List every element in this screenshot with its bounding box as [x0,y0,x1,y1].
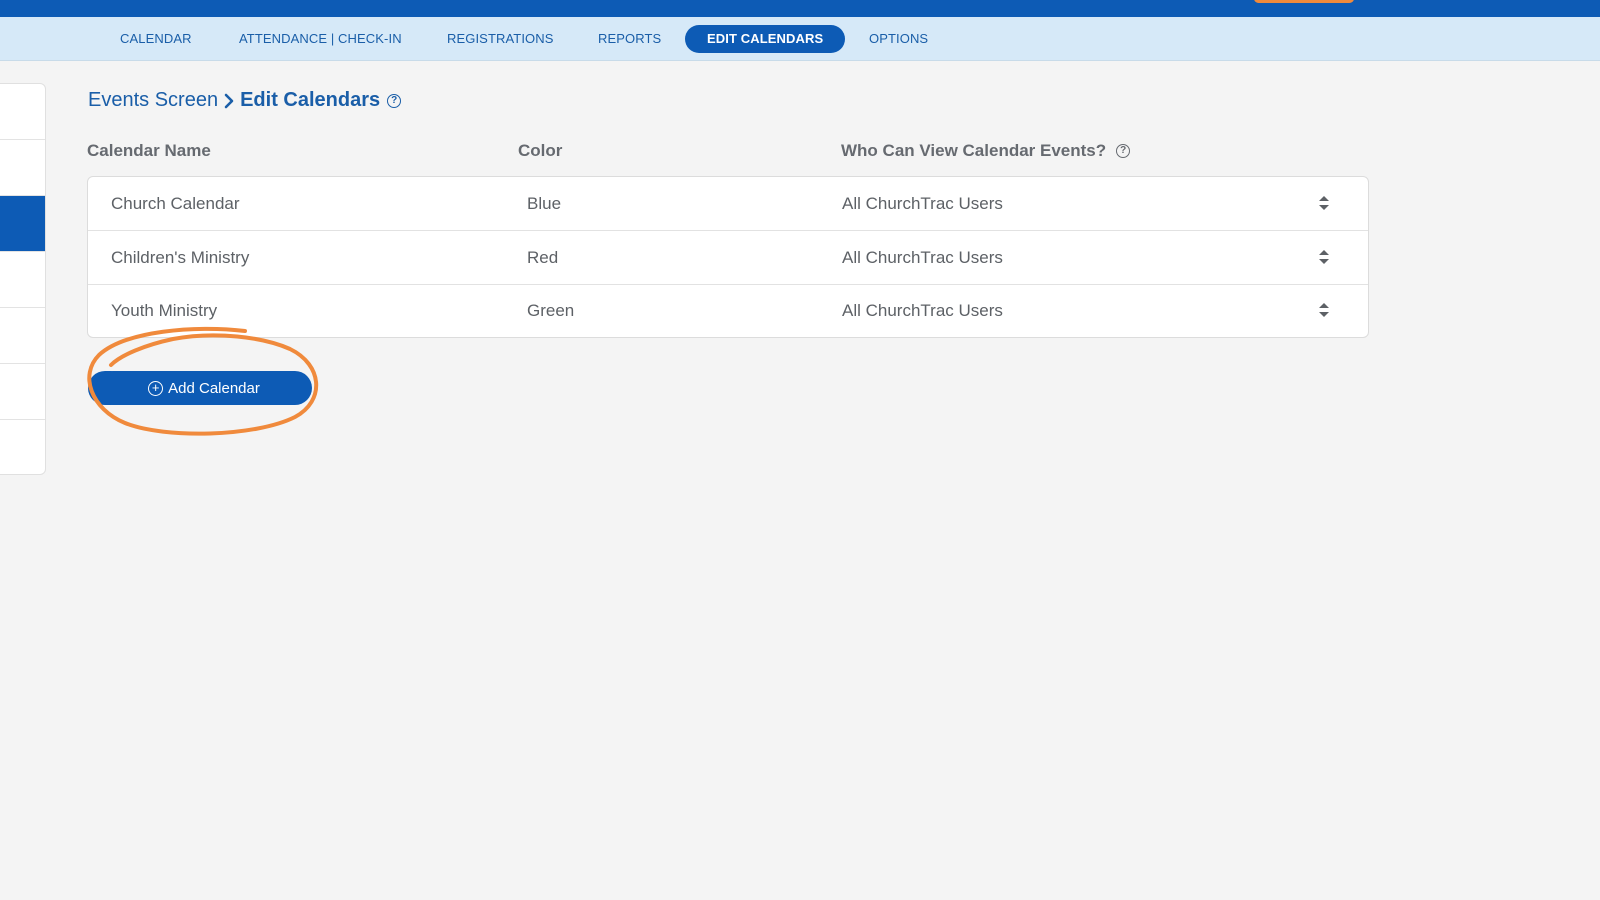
column-header-visibility: Who Can View Calendar Events? ? [841,141,1131,161]
sidebar-item-2[interactable] [0,140,45,196]
sidebar-item-4[interactable] [0,252,45,308]
sidebar [0,83,46,475]
help-icon[interactable]: ? [387,93,402,108]
sort-arrows-icon[interactable] [1318,302,1330,318]
add-calendar-label: Add Calendar [168,379,260,397]
chevron-right-icon [224,93,234,109]
page-title: Edit Calendars [240,89,381,111]
tab-registrations[interactable]: REGISTRATIONS [447,25,554,53]
visibility-select[interactable]: All ChurchTrac Users [842,231,1003,284]
sidebar-item-6[interactable] [0,364,45,420]
calendars-table: Church Calendar Blue All ChurchTrac User… [87,176,1369,338]
calendar-name-cell[interactable]: Church Calendar [111,177,240,230]
header-accent-button[interactable] [1254,0,1354,3]
column-header-color: Color [518,141,563,160]
top-header-bar [0,0,1600,17]
add-calendar-button[interactable]: + Add Calendar [96,371,312,405]
visibility-select[interactable]: All ChurchTrac Users [842,284,1003,337]
visibility-select[interactable]: All ChurchTrac Users [842,177,1003,230]
calendar-color-cell[interactable]: Green [527,284,574,337]
column-header-calendar-name: Calendar Name [87,141,211,160]
plus-circle-icon: + [148,380,164,396]
table-row: Children's Ministry Red All ChurchTrac U… [88,231,1368,285]
help-icon[interactable]: ? [1116,144,1131,158]
sidebar-item-1[interactable] [0,84,45,140]
calendar-color-cell[interactable]: Red [527,231,558,284]
sort-arrows-icon[interactable] [1318,195,1330,211]
tab-reports[interactable]: REPORTS [598,25,661,53]
sidebar-item-7[interactable] [0,420,45,475]
breadcrumb-parent-link[interactable]: Events Screen [88,89,218,112]
tab-options[interactable]: OPTIONS [869,25,928,53]
sidebar-item-5[interactable] [0,308,45,364]
column-header-visibility-label: Who Can View Calendar Events? [841,141,1107,160]
table-row: Youth Ministry Green All ChurchTrac User… [88,284,1368,337]
events-tab-bar: CALENDAR ATTENDANCE | CHECK-IN REGISTRAT… [0,17,1600,61]
sidebar-item-events[interactable] [0,196,45,252]
tab-calendar[interactable]: CALENDAR [120,25,192,53]
tab-edit-calendars[interactable]: EDIT CALENDARS [685,25,846,53]
calendar-color-cell[interactable]: Blue [527,177,561,230]
sort-arrows-icon[interactable] [1318,249,1330,265]
breadcrumb: Events Screen Edit Calendars ? [88,89,402,112]
tab-attendance-check-in[interactable]: ATTENDANCE | CHECK-IN [239,25,402,53]
table-row: Church Calendar Blue All ChurchTrac User… [88,177,1368,231]
calendar-name-cell[interactable]: Youth Ministry [111,284,217,337]
calendar-name-cell[interactable]: Children's Ministry [111,231,249,284]
